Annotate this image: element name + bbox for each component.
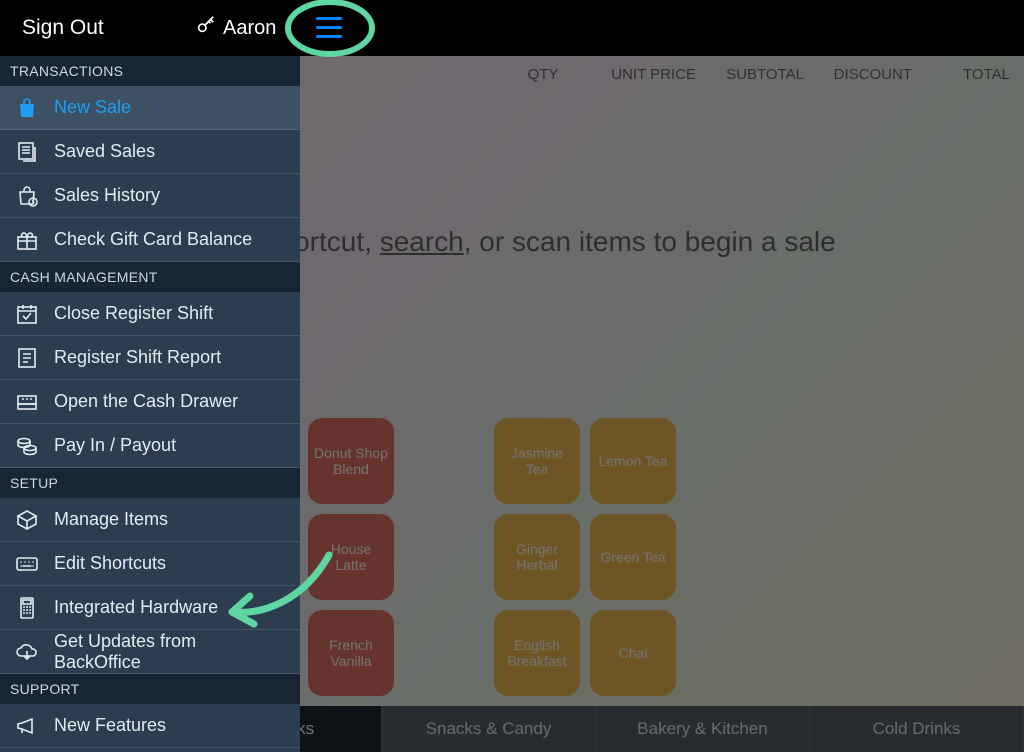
nav-shift-report[interactable]: Register Shift Report — [0, 336, 300, 380]
nav-gift-card[interactable]: Check Gift Card Balance — [0, 218, 300, 262]
stacked-docs-icon — [14, 140, 40, 164]
section-support: SUPPORT — [0, 674, 300, 704]
shopping-bag-icon — [14, 96, 40, 120]
nav-label: Get Updates from BackOffice — [54, 631, 286, 673]
nav-new-features[interactable]: New Features — [0, 704, 300, 748]
nav-label: Edit Shortcuts — [54, 553, 286, 574]
section-cash: CASH MANAGEMENT — [0, 262, 300, 292]
nav-label: Open the Cash Drawer — [54, 391, 286, 412]
box-icon — [14, 508, 40, 532]
coins-icon — [14, 434, 40, 458]
main-menu-sidebar: TRANSACTIONS New Sale Saved Sales Sales … — [0, 56, 300, 752]
nav-sales-history[interactable]: Sales History — [0, 174, 300, 218]
cloud-download-icon — [14, 640, 40, 664]
key-icon — [195, 14, 217, 42]
nav-new-sale[interactable]: New Sale — [0, 86, 300, 130]
nav-label: Saved Sales — [54, 141, 286, 162]
nav-label: Register Shift Report — [54, 347, 286, 368]
username-label: Aaron — [223, 17, 276, 40]
nav-label: Sales History — [54, 185, 286, 206]
nav-label: New Sale — [54, 97, 286, 118]
report-icon — [14, 346, 40, 370]
gift-icon — [14, 228, 40, 252]
nav-edit-shortcuts[interactable]: Edit Shortcuts — [0, 542, 300, 586]
nav-pay-in-out[interactable]: Pay In / Payout — [0, 424, 300, 468]
bag-clock-icon — [14, 184, 40, 208]
nav-get-updates[interactable]: Get Updates from BackOffice — [0, 630, 300, 674]
nav-manage-items[interactable]: Manage Items — [0, 498, 300, 542]
nav-label: Check Gift Card Balance — [54, 229, 286, 250]
menu-toggle-button[interactable] — [316, 14, 342, 40]
current-user[interactable]: Aaron — [195, 0, 276, 56]
nav-label: Close Register Shift — [54, 303, 286, 324]
nav-label: Pay In / Payout — [54, 435, 286, 456]
nav-open-drawer[interactable]: Open the Cash Drawer — [0, 380, 300, 424]
nav-saved-sales[interactable]: Saved Sales — [0, 130, 300, 174]
megaphone-icon — [14, 714, 40, 738]
calendar-check-icon — [14, 302, 40, 326]
nav-close-shift[interactable]: Close Register Shift — [0, 292, 300, 336]
section-transactions: TRANSACTIONS — [0, 56, 300, 86]
section-setup: SETUP — [0, 468, 300, 498]
nav-label: Integrated Hardware — [54, 597, 286, 618]
sign-out-button[interactable]: Sign Out — [0, 16, 126, 40]
nav-integrated-hardware[interactable]: Integrated Hardware — [0, 586, 300, 630]
cash-drawer-icon — [14, 390, 40, 414]
nav-label: New Features — [54, 715, 286, 736]
nav-label: Manage Items — [54, 509, 286, 530]
calculator-icon — [14, 596, 40, 620]
keyboard-icon — [14, 552, 40, 576]
